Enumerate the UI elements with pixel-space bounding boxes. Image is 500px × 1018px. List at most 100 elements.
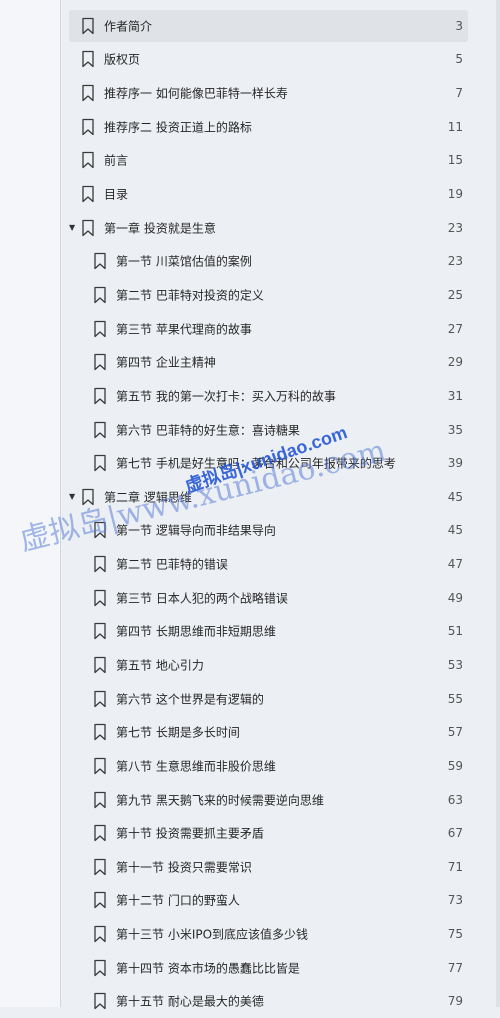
- toc-section-row[interactable]: 第十节 投资需要抓主要矛盾 67: [61, 816, 500, 850]
- toc-item-label: 目录: [104, 187, 129, 202]
- toc-section-row[interactable]: 第一节 逻辑导向而非结果导向 45: [61, 514, 500, 548]
- bookmark-panel: 作者简介 3 版权页 5 推荐序一 如何能像巴菲特一样长寿 7 推荐序二 投资正道上的路标 1…: [61, 0, 500, 1010]
- toc-item-label: 第七节 长期是多长时间: [116, 725, 240, 740]
- toc-item-label: 第九节 黑天鹅飞来的时候需要逆向思维: [116, 793, 324, 808]
- bookmark-icon: [92, 858, 108, 876]
- toc-item-page: 25: [447, 287, 463, 302]
- toc-item-label: 版权页: [104, 52, 141, 67]
- bookmark-icon: [92, 824, 108, 842]
- toc-item-label: 第三节 苹果代理商的故事: [116, 322, 252, 337]
- toc-chapter-row[interactable]: 前言 15: [61, 144, 500, 178]
- toc-section-row[interactable]: 第七节 长期是多长时间 57: [61, 715, 500, 749]
- bookmark-icon: [92, 286, 108, 304]
- toc-section-row[interactable]: 第四节 长期思维而非短期思维 51: [61, 615, 500, 649]
- toc-item-page: 53: [447, 657, 463, 672]
- toc-item-page: 49: [447, 590, 463, 605]
- bookmark-icon: [80, 151, 96, 169]
- toc-section-row[interactable]: 第二节 巴菲特的错误 47: [61, 547, 500, 581]
- toc-item-page: 39: [447, 456, 463, 471]
- toc-item-label: 第四节 长期思维而非短期思维: [116, 624, 276, 639]
- toc-item-label: 第二节 巴菲特的错误: [116, 557, 228, 572]
- toc-chapter-row[interactable]: 推荐序一 如何能像巴菲特一样长寿 7: [61, 76, 500, 110]
- toc-section-row[interactable]: 第四节 企业主精神 29: [61, 345, 500, 379]
- toc-section-row[interactable]: 第十三节 小米IPO到底应该值多少钱 75: [61, 917, 500, 951]
- toc-item-page: 45: [447, 489, 463, 504]
- toc-section-row[interactable]: 第五节 地心引力 53: [61, 648, 500, 682]
- bookmark-icon: [92, 252, 108, 270]
- toc-item-label: 推荐序二 投资正道上的路标: [104, 120, 252, 135]
- bookmark-icon: [80, 118, 96, 136]
- toc-chapter-row[interactable]: 版权页 5: [61, 43, 500, 77]
- toc-item-label: 第六节 这个世界是有逻辑的: [116, 692, 264, 707]
- toc-item-label: 第五节 我的第一次打卡：买入万科的故事: [116, 389, 336, 404]
- toc-item-page: 5: [455, 52, 463, 67]
- toc-item-page: 57: [447, 725, 463, 740]
- scrollbar[interactable]: [496, 0, 500, 1007]
- toc-list: 作者简介 3 版权页 5 推荐序一 如何能像巴菲特一样长寿 7 推荐序二 投资正道上的路标 1…: [61, 9, 500, 1018]
- bookmark-icon: [80, 50, 96, 68]
- bookmark-icon: [92, 521, 108, 539]
- toc-item-page: 67: [447, 826, 463, 841]
- toc-item-label: 推荐序一 如何能像巴菲特一样长寿: [104, 86, 288, 101]
- toc-section-row[interactable]: 第九节 黑天鹅飞来的时候需要逆向思维 63: [61, 783, 500, 817]
- toc-item-label: 第十节 投资需要抓主要矛盾: [116, 826, 264, 841]
- toc-chapter-row[interactable]: 作者简介 3: [61, 9, 500, 43]
- toc-item-page: 71: [447, 859, 463, 874]
- toc-section-row[interactable]: 第二节 巴菲特对投资的定义 25: [61, 278, 500, 312]
- toc-section-row[interactable]: 第五节 我的第一次打卡：买入万科的故事 31: [61, 379, 500, 413]
- bookmark-icon: [92, 925, 108, 943]
- toc-item-label: 第一节 川菜馆估值的案例: [116, 254, 252, 269]
- toc-chapter-row[interactable]: 推荐序二 投资正道上的路标 11: [61, 110, 500, 144]
- toc-item-page: 27: [447, 321, 463, 336]
- toc-section-row[interactable]: 第八节 生意思维而非股价思维 59: [61, 749, 500, 783]
- bookmark-icon: [92, 320, 108, 338]
- bookmark-icon: [92, 555, 108, 573]
- bookmark-icon: [80, 488, 96, 506]
- toc-item-label: 第一章 投资就是生意: [104, 221, 216, 236]
- toc-section-row[interactable]: 第六节 巴菲特的好生意：喜诗糖果 35: [61, 413, 500, 447]
- bookmark-icon: [80, 17, 96, 35]
- toc-item-label: 作者简介: [104, 19, 153, 34]
- toc-section-row[interactable]: 第一节 川菜馆估值的案例 23: [61, 244, 500, 278]
- bookmark-icon: [92, 589, 108, 607]
- toc-section-row[interactable]: 第三节 日本人犯的两个战略错误 49: [61, 581, 500, 615]
- bookmark-icon: [80, 84, 96, 102]
- toc-section-row[interactable]: 第七节 手机是好生意吗：茅台和公司年报带来的思考 39: [61, 446, 500, 480]
- toc-item-page: 29: [447, 355, 463, 370]
- toc-section-row[interactable]: 第三节 苹果代理商的故事 27: [61, 312, 500, 346]
- toc-item-page: 19: [447, 187, 463, 202]
- toc-section-row[interactable]: 第十四节 资本市场的愚蠢比比皆是 77: [61, 951, 500, 985]
- toc-item-label: 第四节 企业主精神: [116, 355, 216, 370]
- expand-arrow-icon[interactable]: ▼: [69, 211, 75, 245]
- toc-item-label: 第十二节 门口的野蛮人: [116, 893, 240, 908]
- toc-section-row[interactable]: 第十五节 耐心是最大的美德 79: [61, 985, 500, 1018]
- toc-item-page: 35: [447, 422, 463, 437]
- bookmark-icon: [92, 959, 108, 977]
- toc-item-page: 7: [455, 86, 463, 101]
- toc-item-label: 第十一节 投资只需要常识: [116, 860, 252, 875]
- toc-chapter-row[interactable]: ▼ 第一章 投资就是生意 23: [61, 211, 500, 245]
- toc-item-page: 51: [447, 624, 463, 639]
- toc-item-label: 第五节 地心引力: [116, 658, 204, 673]
- toc-section-row[interactable]: 第六节 这个世界是有逻辑的 55: [61, 682, 500, 716]
- bookmark-icon: [92, 622, 108, 640]
- bookmark-icon: [92, 723, 108, 741]
- toc-section-row[interactable]: 第十一节 投资只需要常识 71: [61, 850, 500, 884]
- left-strip: [0, 0, 60, 1007]
- bookmark-icon: [80, 219, 96, 237]
- toc-item-label: 第七节 手机是好生意吗：茅台和公司年报带来的思考: [116, 456, 396, 471]
- toc-chapter-row[interactable]: 目录 19: [61, 177, 500, 211]
- toc-item-page: 63: [447, 792, 463, 807]
- toc-item-page: 75: [447, 927, 463, 942]
- expand-arrow-icon[interactable]: ▼: [69, 480, 75, 514]
- toc-item-label: 第十五节 耐心是最大的美德: [116, 994, 264, 1009]
- toc-item-label: 第十三节 小米IPO到底应该值多少钱: [116, 927, 309, 942]
- bookmark-icon: [80, 185, 96, 203]
- bookmark-icon: [92, 690, 108, 708]
- bookmark-icon: [92, 992, 108, 1010]
- toc-item-page: 59: [447, 758, 463, 773]
- toc-item-label: 前言: [104, 153, 129, 168]
- toc-section-row[interactable]: 第十二节 门口的野蛮人 73: [61, 884, 500, 918]
- toc-item-label: 第二节 巴菲特对投资的定义: [116, 288, 264, 303]
- toc-chapter-row[interactable]: ▼ 第二章 逻辑思维 45: [61, 480, 500, 514]
